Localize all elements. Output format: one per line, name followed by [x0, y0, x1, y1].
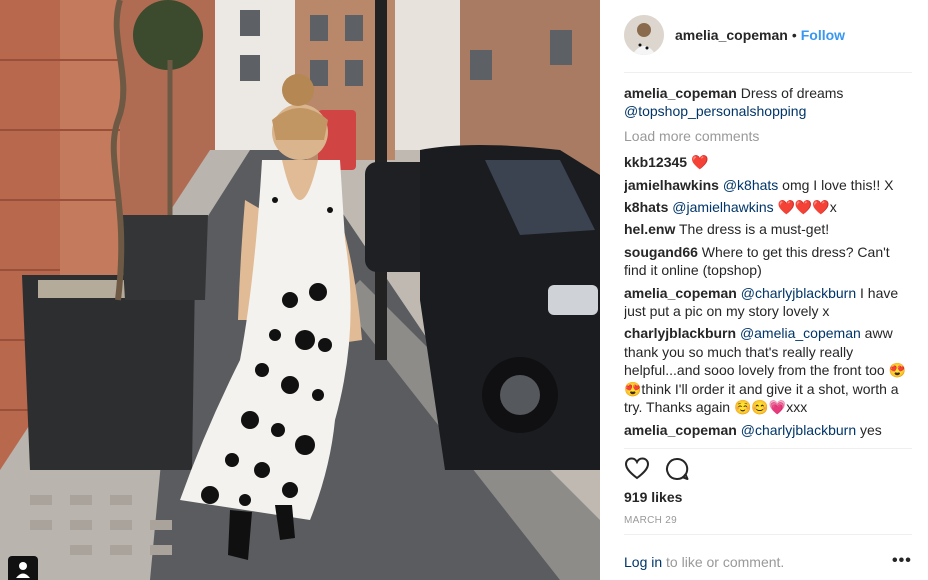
- likes-count[interactable]: 919 likes: [624, 489, 682, 505]
- comment-username[interactable]: kkb12345: [624, 154, 687, 170]
- comment-mention[interactable]: @charlyjblackburn: [741, 285, 856, 301]
- comment: hel.enw The dress is a must-get!: [624, 220, 914, 238]
- heart-outline-icon[interactable]: [624, 456, 650, 482]
- caption: amelia_copeman Dress of dreams @topshop_…: [624, 84, 914, 121]
- follow-button[interactable]: Follow: [801, 27, 845, 43]
- header-separator: •: [791, 27, 797, 43]
- header-divider: [624, 72, 912, 73]
- comment-username[interactable]: jamielhawkins: [624, 177, 719, 193]
- user-tag-button[interactable]: [8, 556, 38, 580]
- comment: k8hats @jamielhawkins ❤️❤️❤️x: [624, 198, 914, 216]
- post-sidebar: amelia_copeman • Follow amelia_copeman D…: [600, 0, 928, 580]
- comment: charlyjblackburn @amelia_copeman aww tha…: [624, 324, 914, 416]
- avatar-image: [624, 15, 664, 55]
- comment-text: ❤️❤️❤️x: [773, 199, 837, 216]
- person-icon: [16, 562, 30, 578]
- header-username[interactable]: amelia_copeman: [675, 27, 788, 43]
- speech-bubble-icon[interactable]: [664, 456, 690, 482]
- comment-username[interactable]: k8hats: [624, 199, 668, 215]
- caption-text: Dress of dreams: [736, 85, 844, 101]
- comment-username[interactable]: amelia_copeman: [624, 285, 737, 301]
- footer-divider: [624, 534, 912, 535]
- login-prompt: Log in to like or comment.: [624, 554, 784, 570]
- comment-text: ❤️: [687, 154, 709, 171]
- comment-mention[interactable]: @k8hats: [723, 177, 778, 193]
- ellipsis-icon[interactable]: •••: [892, 552, 912, 570]
- load-more-comments-button[interactable]: Load more comments: [624, 127, 914, 145]
- login-prompt-text: to like or comment.: [662, 554, 785, 570]
- comment-text: yes: [856, 421, 882, 438]
- comment-text: omg I love this!! X: [778, 176, 894, 193]
- avatar[interactable]: [624, 15, 664, 55]
- comments-list: amelia_copeman Dress of dreams @topshop_…: [624, 84, 914, 446]
- comment-username[interactable]: hel.enw: [624, 221, 675, 237]
- comment: amelia_copeman @charlyjblackburn I have …: [624, 284, 914, 321]
- comment-text: The dress is a must-get!: [675, 221, 830, 238]
- comment-username[interactable]: amelia_copeman: [624, 422, 737, 438]
- comment: amelia_copeman @charlyjblackburn yes: [624, 421, 914, 439]
- comment-username[interactable]: charlyjblackburn: [624, 325, 736, 341]
- comment-mention[interactable]: @amelia_copeman: [740, 325, 861, 341]
- post-photo[interactable]: [0, 0, 600, 580]
- actions-divider: [624, 448, 912, 449]
- comment-username[interactable]: sougand66: [624, 244, 698, 260]
- street-scene-image: [0, 0, 600, 580]
- action-bar: [624, 456, 690, 482]
- comment: jamielhawkins @k8hats omg I love this!! …: [624, 176, 914, 194]
- comment: sougand66 Where to get this dress? Can't…: [624, 243, 914, 280]
- comment: kkb12345 ❤️: [624, 153, 914, 171]
- instagram-post: amelia_copeman • Follow amelia_copeman D…: [0, 0, 928, 580]
- comment-mention[interactable]: @charlyjblackburn: [741, 422, 856, 438]
- comment-mention[interactable]: @jamielhawkins: [672, 199, 773, 215]
- caption-username[interactable]: amelia_copeman: [624, 85, 737, 101]
- caption-mention[interactable]: @topshop_personalshopping: [624, 103, 806, 119]
- login-link[interactable]: Log in: [624, 554, 662, 570]
- post-header: amelia_copeman • Follow: [624, 12, 912, 58]
- post-date: MARCH 29: [624, 515, 677, 526]
